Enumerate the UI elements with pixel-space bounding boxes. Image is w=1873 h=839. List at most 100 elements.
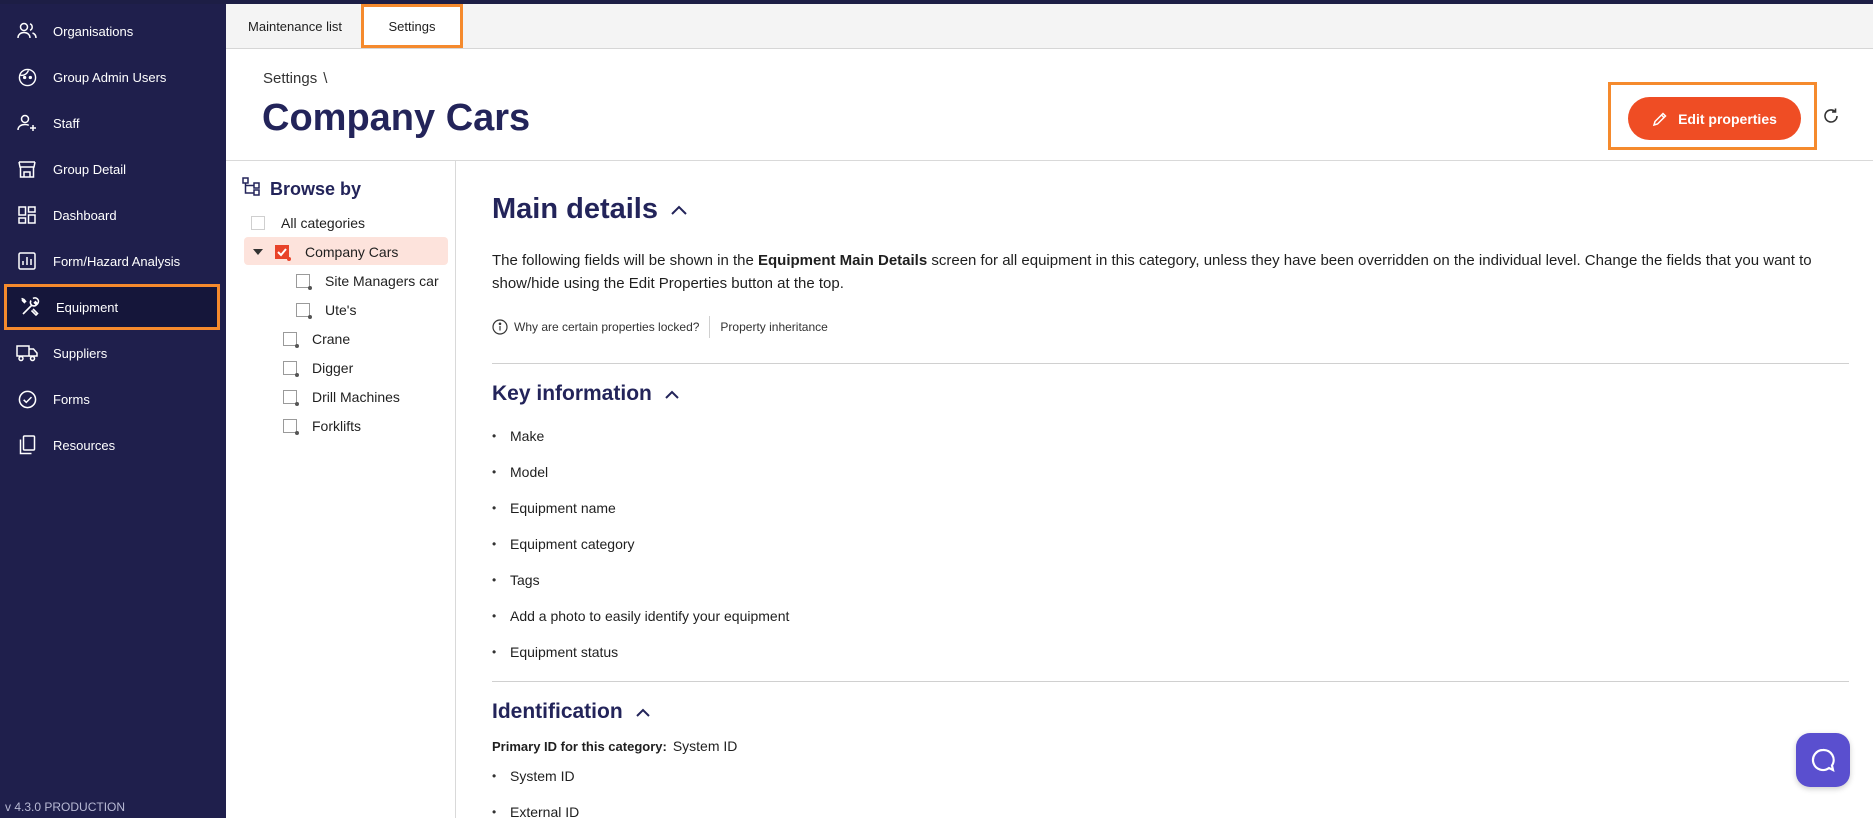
key-information-list: Make Model Equipment name Equipment cate…	[492, 427, 789, 679]
checkbox[interactable]	[296, 303, 312, 319]
checkbox[interactable]	[283, 390, 299, 406]
checkbox[interactable]	[283, 419, 299, 435]
divider	[709, 316, 711, 338]
sidebar-item-suppliers[interactable]: Suppliers	[4, 330, 220, 376]
caret-down-icon[interactable]	[253, 249, 263, 255]
sidebar-item-label: Form/Hazard Analysis	[53, 253, 181, 269]
sidebar-item-group-detail[interactable]: Group Detail	[4, 146, 220, 192]
list-item: Equipment category	[492, 535, 789, 571]
truck-icon	[12, 344, 42, 362]
property-inheritance-link[interactable]: Property inheritance	[720, 320, 827, 334]
store-icon	[12, 160, 42, 178]
copy-icon	[12, 435, 42, 455]
main-details-description: The following fields will be shown in th…	[492, 249, 1852, 295]
list-item: Model	[492, 463, 789, 499]
sidebar-item-dashboard[interactable]: Dashboard	[4, 192, 220, 238]
tab-settings[interactable]: Settings	[361, 4, 463, 48]
sidebar-item-label: Staff	[53, 115, 80, 131]
sidebar: Organisations Group Admin Users Staff Gr…	[0, 4, 226, 818]
tree-item-forklifts[interactable]: Forklifts	[283, 418, 361, 435]
tab-bar: Maintenance list Settings	[226, 4, 1873, 49]
list-item: Equipment name	[492, 499, 789, 535]
checkbox[interactable]	[283, 361, 299, 377]
support-chat-button[interactable]	[1796, 733, 1850, 787]
section-identification: Identification	[492, 700, 651, 724]
section-divider	[492, 681, 1849, 682]
primary-id-row: Primary ID for this category: System ID	[492, 738, 737, 754]
locked-properties-link[interactable]: Why are certain properties locked?	[492, 319, 699, 335]
sidebar-item-label: Group Detail	[53, 161, 126, 177]
checkbox-checked[interactable]	[275, 245, 291, 261]
browse-title: Browse by	[270, 178, 362, 199]
checkbox[interactable]	[296, 274, 312, 290]
tree-item-label: All categories	[281, 215, 366, 231]
tree-item-drill-machines[interactable]: Drill Machines	[283, 389, 400, 406]
sidebar-item-label: Organisations	[53, 23, 134, 39]
edit-properties-button[interactable]: Edit properties	[1628, 97, 1801, 140]
refresh-icon[interactable]	[1822, 107, 1842, 127]
sidebar-item-resources[interactable]: Resources	[4, 422, 220, 468]
breadcrumb-separator: \	[323, 70, 328, 87]
version-label: v 4.3.0 PRODUCTION	[5, 800, 126, 814]
list-item: Add a photo to easily identify your equi…	[492, 607, 789, 643]
sidebar-item-label: Suppliers	[53, 345, 108, 361]
tree-item-label: Drill Machines	[312, 389, 400, 405]
info-links: Why are certain properties locked? Prope…	[492, 316, 828, 338]
sidebar-item-forms[interactable]: Forms	[4, 376, 220, 422]
identification-list: System ID External ID	[492, 767, 579, 839]
checkbox[interactable]	[283, 332, 299, 348]
section-title-text: Main details	[492, 193, 658, 225]
chart-icon	[12, 252, 42, 270]
tree-item-label: Forklifts	[312, 418, 361, 434]
list-item: System ID	[492, 767, 579, 803]
sidebar-item-label: Resources	[53, 437, 116, 453]
edit-properties-label: Edit properties	[1678, 110, 1777, 127]
checkbox[interactable]	[251, 216, 265, 230]
section-divider	[492, 363, 1849, 364]
sidebar-item-equipment[interactable]: Equipment	[4, 284, 220, 330]
tree-item-digger[interactable]: Digger	[283, 360, 354, 377]
breadcrumb: Settings \	[263, 70, 327, 87]
section-title-text: Key information	[492, 382, 652, 405]
list-item: External ID	[492, 803, 579, 839]
chevron-up-icon[interactable]	[635, 707, 651, 718]
chevron-up-icon[interactable]	[670, 204, 688, 216]
tree-item-label: Crane	[312, 331, 351, 347]
tree-item-company-cars[interactable]: Company Cars	[253, 244, 398, 261]
tree-item-all-categories[interactable]: All categories	[251, 215, 365, 231]
hierarchy-icon	[242, 177, 261, 201]
sidebar-item-group-admin-users[interactable]: Group Admin Users	[4, 54, 220, 100]
tree-item-utes[interactable]: Ute's	[296, 302, 356, 319]
primary-id-label: Primary ID for this category:	[492, 739, 667, 754]
primary-id-value: System ID	[672, 738, 738, 754]
breadcrumb-settings[interactable]: Settings	[263, 70, 317, 87]
chat-bubble-icon	[1810, 747, 1836, 773]
tree-item-crane[interactable]: Crane	[283, 331, 351, 348]
header-divider	[226, 160, 1873, 161]
desc-bold: Equipment Main Details	[757, 252, 928, 269]
sidebar-item-staff[interactable]: Staff	[4, 100, 220, 146]
sidebar-item-label: Forms	[53, 391, 90, 407]
browse-panel: Browse by All categories Company Cars Si…	[226, 161, 456, 818]
staff-icon	[12, 114, 42, 132]
info-icon	[492, 319, 508, 335]
sidebar-item-label: Group Admin Users	[53, 69, 167, 85]
dashboard-icon	[12, 206, 42, 224]
tree-item-label: Site Managers car	[325, 273, 439, 289]
tree-item-site-managers-car[interactable]: Site Managers car	[296, 273, 439, 290]
section-title-text: Identification	[492, 700, 623, 723]
browse-header: Browse by	[242, 177, 361, 201]
desc-text: The following fields will be shown in th…	[492, 252, 758, 269]
sidebar-item-organisations[interactable]: Organisations	[4, 8, 220, 54]
tree-item-label: Digger	[312, 360, 354, 376]
list-item: Tags	[492, 571, 789, 607]
locked-link-label: Why are certain properties locked?	[514, 320, 700, 334]
list-item: Equipment status	[492, 643, 789, 679]
sidebar-item-form-hazard-analysis[interactable]: Form/Hazard Analysis	[4, 238, 220, 284]
tab-maintenance-list[interactable]: Maintenance list	[226, 4, 364, 48]
face-icon	[12, 68, 42, 87]
page-title: Company Cars	[262, 97, 531, 139]
edit-properties-highlight: Edit properties	[1608, 82, 1817, 150]
users-icon	[12, 22, 42, 40]
chevron-up-icon[interactable]	[664, 389, 680, 400]
